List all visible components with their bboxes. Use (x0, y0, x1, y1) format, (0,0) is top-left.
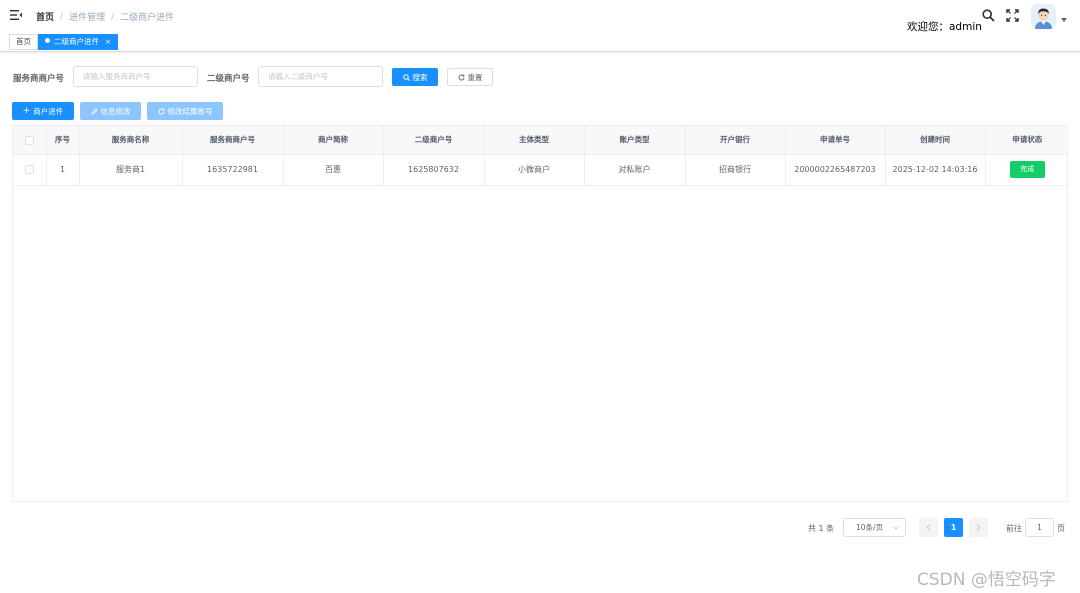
column-header: 服务商名称 (79, 126, 183, 155)
cell-sub-no: 1625807632 (383, 154, 485, 186)
search-button[interactable]: 搜索 (392, 68, 438, 86)
add-merchant-button[interactable]: + 商户进件 (12, 102, 74, 120)
breadcrumb-separator: / (111, 11, 115, 22)
column-header: 申请状态 (985, 126, 1069, 155)
row-select-cell (13, 154, 47, 186)
breadcrumb-item: 进件管理 (69, 13, 106, 23)
modify-account-label: 修改结算账号 (167, 106, 213, 116)
sub-no-input[interactable] (258, 66, 383, 87)
search-button-label: 搜索 (412, 72, 428, 82)
page-suffix: 页 (1057, 524, 1065, 533)
fullscreen-icon[interactable] (1006, 9, 1019, 22)
table-header-row: 序号 服务商名称 服务商商户号 商户简称 二级商户号 主体类型 账户类型 开户银… (13, 126, 1069, 155)
cell-index: 1 (46, 154, 80, 186)
cell-entity-type: 小微商户 (484, 154, 585, 186)
column-header: 主体类型 (484, 126, 585, 155)
column-header: 服务商商户号 (182, 126, 284, 155)
cell-provider-name: 服务商1 (79, 154, 183, 186)
prev-page-button[interactable] (919, 518, 938, 537)
refresh-icon (158, 107, 165, 114)
merchant-no-input[interactable] (73, 66, 198, 87)
column-header: 二级商户号 (383, 126, 485, 155)
select-all-checkbox[interactable] (24, 135, 34, 145)
merchant-no-label: 服务商商户号 (13, 74, 65, 84)
edit-info-label: 信息修改 (100, 106, 131, 116)
plus-icon: + (22, 106, 31, 116)
page-number-current[interactable]: 1 (944, 518, 963, 537)
column-header: 商户简称 (283, 126, 384, 155)
chevron-down-icon (893, 526, 899, 530)
cell-account-type: 对私账户 (584, 154, 686, 186)
pagination-total: 共 1 条 (808, 524, 835, 533)
caret-down-icon[interactable] (1061, 18, 1067, 22)
refresh-icon (458, 73, 465, 80)
navbar: 首页 / 进件管理 / 二级商户进件 欢迎您：admin (0, 0, 1080, 33)
avatar[interactable] (1031, 4, 1056, 29)
cell-provider-no: 1635722981 (182, 154, 284, 186)
tag-active[interactable]: 二级商户进件 × (38, 34, 118, 50)
column-header: 账户类型 (584, 126, 686, 155)
cell-apply-no: 2000002265487203 (785, 154, 886, 186)
cell-created: 2025-12-02 14:03:16 (885, 154, 986, 186)
breadcrumb: 首页 / 进件管理 / 二级商户进件 (36, 10, 175, 24)
column-header: 申请单号 (785, 126, 886, 155)
modify-account-button[interactable]: 修改结算账号 (147, 102, 223, 120)
breadcrumb-home[interactable]: 首页 (36, 10, 54, 23)
reset-button-label: 重置 (467, 72, 483, 82)
close-icon[interactable]: × (105, 38, 111, 46)
table-row[interactable]: 1 服务商1 1635722981 百惠 1625807632 小微商户 对私账… (13, 154, 1069, 186)
chevron-left-icon (926, 524, 931, 531)
cell-bank: 招商银行 (685, 154, 786, 186)
breadcrumb-separator: / (60, 11, 64, 22)
search-icon (402, 73, 410, 81)
edit-info-button[interactable]: 信息修改 (80, 102, 141, 120)
column-header: 开户银行 (685, 126, 786, 155)
row-checkbox[interactable] (24, 165, 34, 174)
sub-no-label: 二级商户号 (207, 74, 250, 84)
pagination: 共 1 条 10条/页 1 前往 页 (0, 518, 1080, 538)
page-size-value: 10条/页 (856, 523, 884, 532)
tags-view: 首页 二级商户进件 × (0, 32, 1080, 52)
tag-active-label: 二级商户进件 (54, 37, 99, 46)
status-badge: 完成 (1009, 161, 1045, 178)
chevron-right-icon (976, 524, 981, 531)
merchant-table: 序号 服务商名称 服务商商户号 商户简称 二级商户号 主体类型 账户类型 开户银… (12, 125, 1069, 502)
add-merchant-label: 商户进件 (33, 106, 64, 116)
select-all-cell (13, 126, 47, 155)
tag-home[interactable]: 首页 (9, 34, 38, 50)
page-size-select[interactable]: 10条/页 (843, 518, 906, 537)
cell-short-name: 百惠 (283, 154, 384, 186)
breadcrumb-current: 二级商户进件 (120, 13, 175, 23)
cell-status: 完成 (985, 154, 1069, 186)
column-header: 序号 (46, 126, 80, 155)
reset-button[interactable]: 重置 (447, 68, 493, 86)
watermark: CSDN @悟空码字 (917, 570, 1056, 590)
next-page-button[interactable] (969, 518, 988, 537)
hamburger-icon[interactable] (10, 9, 22, 21)
goto-page-input[interactable] (1025, 518, 1054, 537)
edit-icon (90, 107, 98, 115)
column-header: 创建时间 (885, 126, 986, 155)
goto-label: 前往 (1006, 524, 1022, 533)
active-dot-icon (45, 38, 50, 43)
search-icon[interactable] (982, 9, 995, 22)
